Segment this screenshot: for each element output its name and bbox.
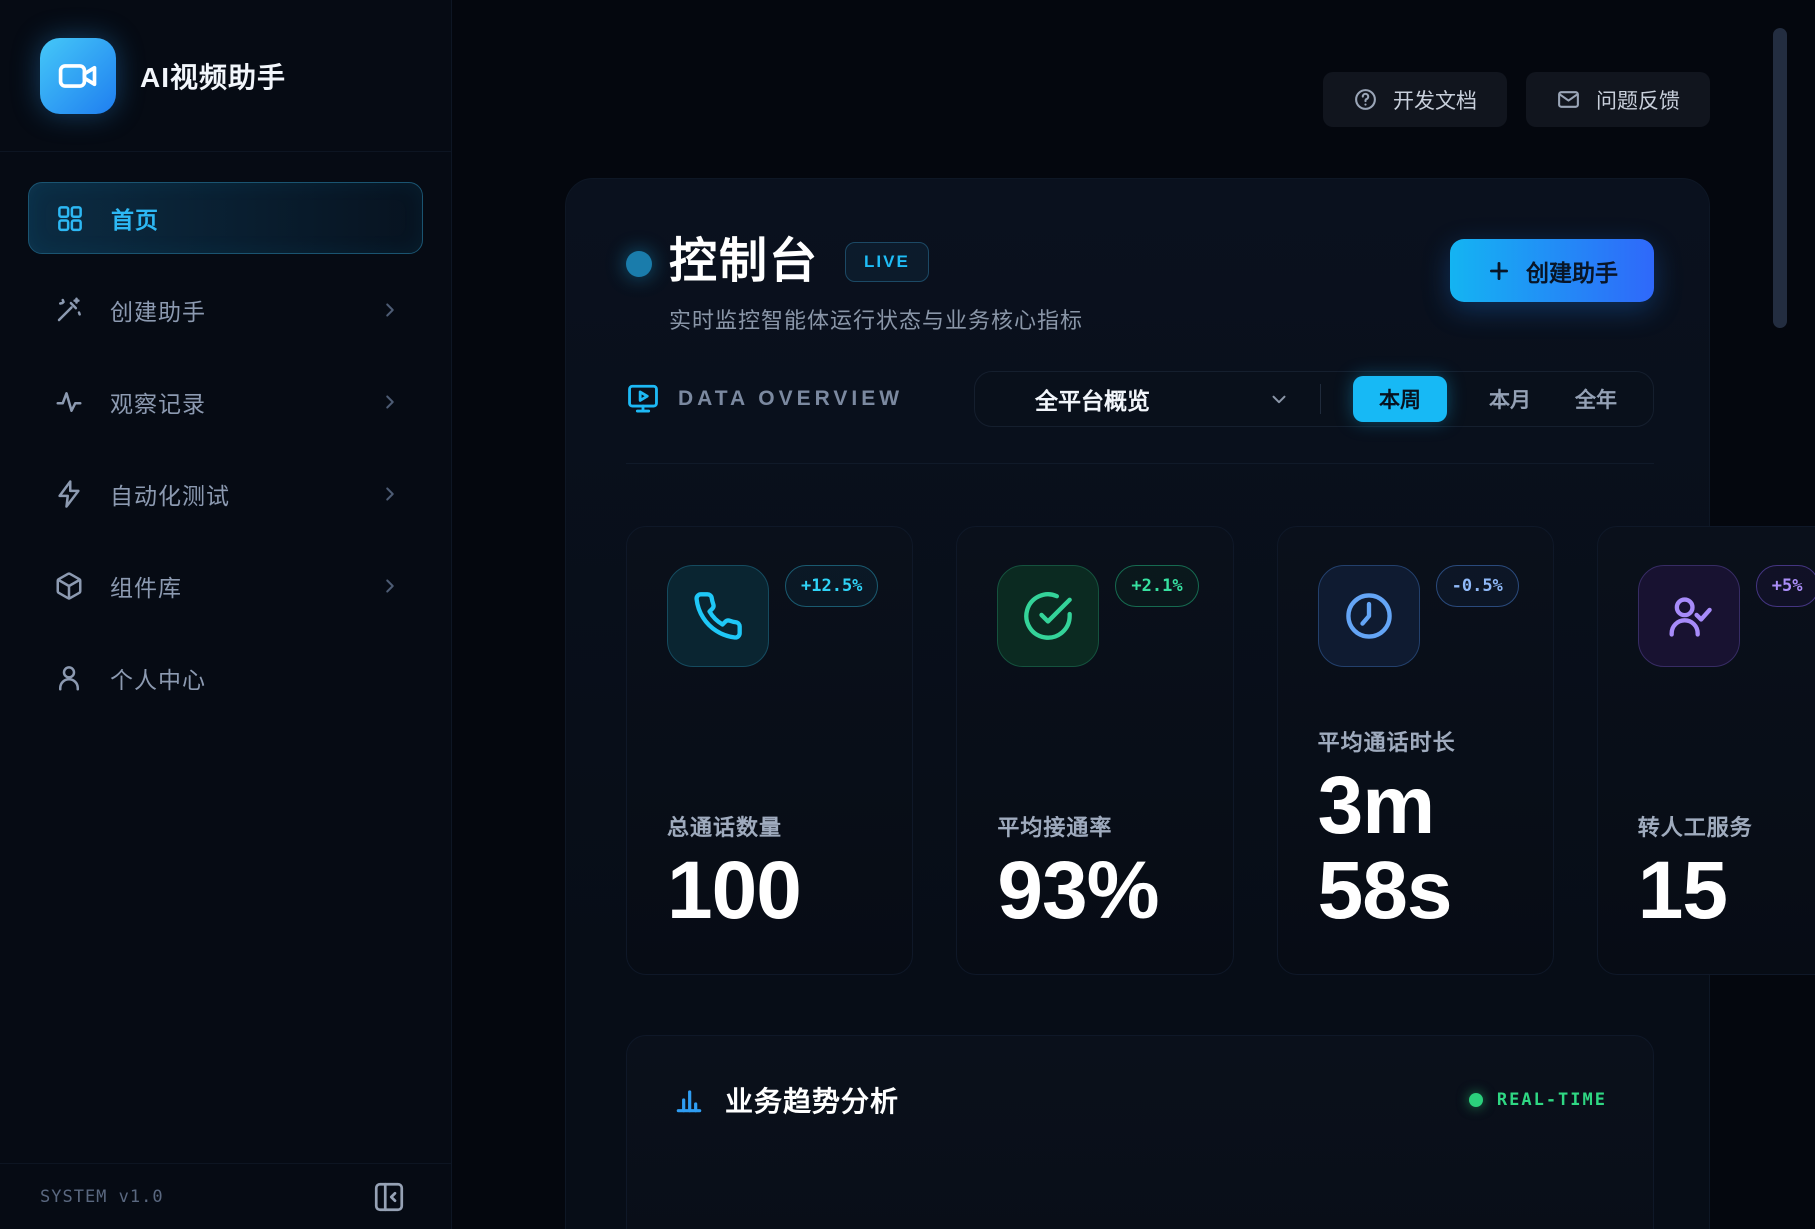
page-title: 控制台 [669,233,819,291]
stat-label: 平均通话时长 [1318,725,1519,757]
console-header: 控制台 LIVE 实时监控智能体运行状态与业务核心指标 创建助手 [626,233,1654,335]
app-root: AI视频助手 首页 创建助手 [0,0,1815,1229]
bar-chart-icon [673,1084,705,1116]
user-icon [54,663,84,693]
create-assistant-button[interactable]: 创建助手 [1450,239,1654,302]
range-tabs: 本周 本月 全年 [1353,376,1619,422]
sidebar-item-create-assistant[interactable]: 创建助手 [28,274,423,346]
sidebar-collapse-button[interactable] [371,1179,407,1215]
stat-delta-badge: -0.5% [1436,565,1519,607]
stat-value: 93% [997,848,1198,933]
sidebar-nav: 首页 创建助手 观察记录 [0,152,451,1163]
chevron-right-icon [379,391,401,413]
user-check-icon [1638,565,1740,667]
realtime-badge: REAL-TIME [1469,1090,1607,1110]
video-camera-icon [56,54,100,98]
sidebar-item-component-library[interactable]: 组件库 [28,550,423,622]
magic-wand-icon [54,295,84,325]
sidebar-item-profile[interactable]: 个人中心 [28,642,423,714]
sidebar-item-observe-records[interactable]: 观察记录 [28,366,423,438]
vertical-divider [1320,384,1321,414]
mail-icon [1556,87,1581,112]
tab-full-year[interactable]: 全年 [1573,376,1619,422]
chevron-right-icon [379,483,401,505]
stat-delta-badge: +5% [1756,565,1815,607]
sidebar-item-label: 观察记录 [110,385,353,419]
cube-icon [54,571,84,601]
data-overview-bar: DATA OVERVIEW 全平台概览 本周 本月 全年 [626,371,1654,427]
chevron-right-icon [379,575,401,597]
dev-docs-button[interactable]: 开发文档 [1323,72,1507,127]
system-version: SYSTEM v1.0 [40,1187,164,1207]
stat-delta-badge: +2.1% [1115,565,1198,607]
live-badge: LIVE [845,242,929,282]
stat-label: 平均接通率 [997,810,1198,842]
stat-label: 总通话数量 [667,810,878,842]
console-panel: 控制台 LIVE 实时监控智能体运行状态与业务核心指标 创建助手 [565,178,1710,1229]
sidebar: AI视频助手 首页 创建助手 [0,0,452,1229]
stat-value: 3m 58s [1318,763,1519,934]
stat-card-total-calls: +12.5% 总通话数量 100 [626,526,913,975]
sidebar-item-label: 首页 [111,201,400,235]
platform-select[interactable]: 全平台概览 [1035,382,1290,416]
feedback-label: 问题反馈 [1596,85,1680,115]
app-logo [40,38,116,114]
main-area: 开发文档 问题反馈 控制台 LIVE 实时监控智能体运行状态与业务核心指标 [452,0,1815,1229]
tab-this-month[interactable]: 本月 [1487,376,1533,422]
overview-controls: 全平台概览 本周 本月 全年 [974,371,1654,427]
status-dot [626,251,652,277]
platform-select-value: 全平台概览 [1035,382,1150,416]
sidebar-item-label: 个人中心 [110,661,401,695]
feedback-button[interactable]: 问题反馈 [1526,72,1710,127]
sidebar-header: AI视频助手 [0,0,451,152]
stat-label: 转人工服务 [1638,810,1815,842]
panel-collapse-icon [371,1179,407,1215]
stat-card-human-transfer: +5% 转人工服务 15 [1597,526,1815,975]
page-subtitle: 实时监控智能体运行状态与业务核心指标 [669,303,1083,335]
chevron-right-icon [379,299,401,321]
stat-card-avg-duration: -0.5% 平均通话时长 3m 58s [1277,526,1554,975]
sidebar-footer: SYSTEM v1.0 [0,1163,451,1229]
activity-icon [54,387,84,417]
stat-value: 100 [667,848,878,933]
sidebar-item-label: 自动化测试 [110,477,353,511]
trends-panel: 业务趋势分析 REAL-TIME [626,1035,1654,1229]
chevron-down-icon [1268,388,1290,410]
data-overview-heading: DATA OVERVIEW [626,382,903,416]
create-assistant-label: 创建助手 [1526,254,1618,288]
stat-value: 15 [1638,848,1815,933]
stat-card-answer-rate: +2.1% 平均接通率 93% [956,526,1233,975]
check-circle-icon [997,565,1099,667]
lightning-icon [54,479,84,509]
sidebar-item-automated-testing[interactable]: 自动化测试 [28,458,423,530]
help-circle-icon [1353,87,1378,112]
stats-grid: +12.5% 总通话数量 100 +2.1% [626,526,1654,975]
app-title: AI视频助手 [140,56,286,96]
tab-this-week[interactable]: 本周 [1353,376,1447,422]
sidebar-item-label: 组件库 [110,569,353,603]
phone-icon [667,565,769,667]
realtime-dot-icon [1469,1093,1483,1107]
scrollbar-thumb[interactable] [1773,28,1787,328]
sidebar-item-label: 创建助手 [110,293,353,327]
dev-docs-label: 开发文档 [1393,85,1477,115]
topbar: 开发文档 问题反馈 [1323,72,1710,127]
data-overview-label: DATA OVERVIEW [678,387,903,411]
realtime-label: REAL-TIME [1497,1090,1607,1110]
monitor-play-icon [626,382,660,416]
console-header-text: 控制台 LIVE 实时监控智能体运行状态与业务核心指标 [669,233,1083,335]
dashboard-icon [55,203,85,233]
trends-title: 业务趋势分析 [725,1080,899,1120]
clock-icon [1318,565,1420,667]
plus-icon [1486,258,1512,284]
sidebar-item-home[interactable]: 首页 [28,182,423,254]
stat-delta-badge: +12.5% [785,565,878,607]
section-divider [626,463,1654,464]
